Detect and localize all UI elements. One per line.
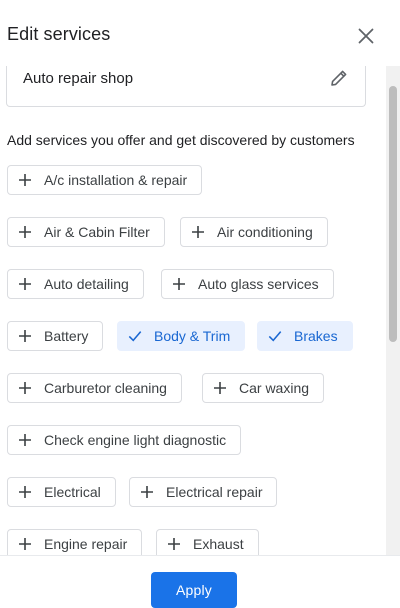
service-chip-electrical[interactable]: Electrical xyxy=(7,477,116,507)
service-chip-label: Battery xyxy=(44,328,89,344)
close-button[interactable] xyxy=(352,22,380,50)
plus-icon xyxy=(18,277,32,291)
service-chip-auto-detailing[interactable]: Auto detailing xyxy=(7,269,144,299)
service-chip-car-waxing[interactable]: Car waxing xyxy=(202,373,325,403)
service-chip-label: Air conditioning xyxy=(217,224,313,240)
edit-category-button[interactable] xyxy=(327,66,351,90)
scrollbar-thumb[interactable] xyxy=(389,86,397,342)
service-chip-carburetor-cleaning[interactable]: Carburetor cleaning xyxy=(7,373,182,403)
plus-icon xyxy=(167,537,181,551)
service-chip-label: Brakes xyxy=(294,328,338,344)
service-chip-label: A/c installation & repair xyxy=(44,172,188,188)
service-chip-label: Body & Trim xyxy=(154,328,231,344)
service-chip-label: Carburetor cleaning xyxy=(44,380,167,396)
plus-icon xyxy=(18,329,32,343)
plus-icon xyxy=(18,485,32,499)
service-chip-battery[interactable]: Battery xyxy=(7,321,104,351)
service-chip-air-cabin-filter[interactable]: Air & Cabin Filter xyxy=(7,217,165,247)
service-chip-auto-glass[interactable]: Auto glass services xyxy=(161,269,334,299)
service-chip-label: Air & Cabin Filter xyxy=(44,224,150,240)
service-chip-air-conditioning[interactable]: Air conditioning xyxy=(180,217,328,247)
services-scroll-area[interactable]: Auto repair shop Add services you offer … xyxy=(0,66,386,555)
pencil-icon xyxy=(331,70,347,86)
category-field[interactable]: Auto repair shop xyxy=(6,66,366,107)
service-chip-label: Car waxing xyxy=(239,380,310,396)
service-chip-engine-repair[interactable]: Engine repair xyxy=(7,529,143,555)
service-chip-label: Electrical xyxy=(44,484,101,500)
plus-icon xyxy=(18,433,32,447)
service-chip-label: Auto detailing xyxy=(44,276,129,292)
dialog-footer: Apply xyxy=(0,555,400,608)
check-icon xyxy=(268,329,282,343)
service-chip-brakes[interactable]: Brakes xyxy=(257,321,353,351)
check-icon xyxy=(128,329,142,343)
service-chip-electrical-repair[interactable]: Electrical repair xyxy=(129,477,278,507)
service-chip-label: Engine repair xyxy=(44,536,128,552)
plus-icon xyxy=(140,485,154,499)
plus-icon xyxy=(18,173,32,187)
service-chip-body-trim[interactable]: Body & Trim xyxy=(117,321,246,351)
dialog-header: Edit services xyxy=(0,0,400,66)
close-icon xyxy=(358,28,374,44)
plus-icon xyxy=(191,225,205,239)
service-chip-label: Exhaust xyxy=(193,536,244,552)
apply-button[interactable]: Apply xyxy=(151,572,237,608)
plus-icon xyxy=(213,381,227,395)
intro-text: Add services you offer and get discovere… xyxy=(7,132,355,148)
service-chip-label: Auto glass services xyxy=(198,276,319,292)
service-chip-check-engine[interactable]: Check engine light diagnostic xyxy=(7,425,242,455)
category-value: Auto repair shop xyxy=(23,70,134,87)
service-chip-exhaust[interactable]: Exhaust xyxy=(156,529,259,555)
plus-icon xyxy=(18,381,32,395)
service-chip-label: Check engine light diagnostic xyxy=(44,432,227,448)
service-chip-label: Electrical repair xyxy=(166,484,263,500)
dialog-title: Edit services xyxy=(7,24,111,44)
plus-icon xyxy=(172,277,186,291)
service-chip-ac-installation[interactable]: A/c installation & repair xyxy=(7,165,203,195)
plus-icon xyxy=(18,225,32,239)
plus-icon xyxy=(18,537,32,551)
